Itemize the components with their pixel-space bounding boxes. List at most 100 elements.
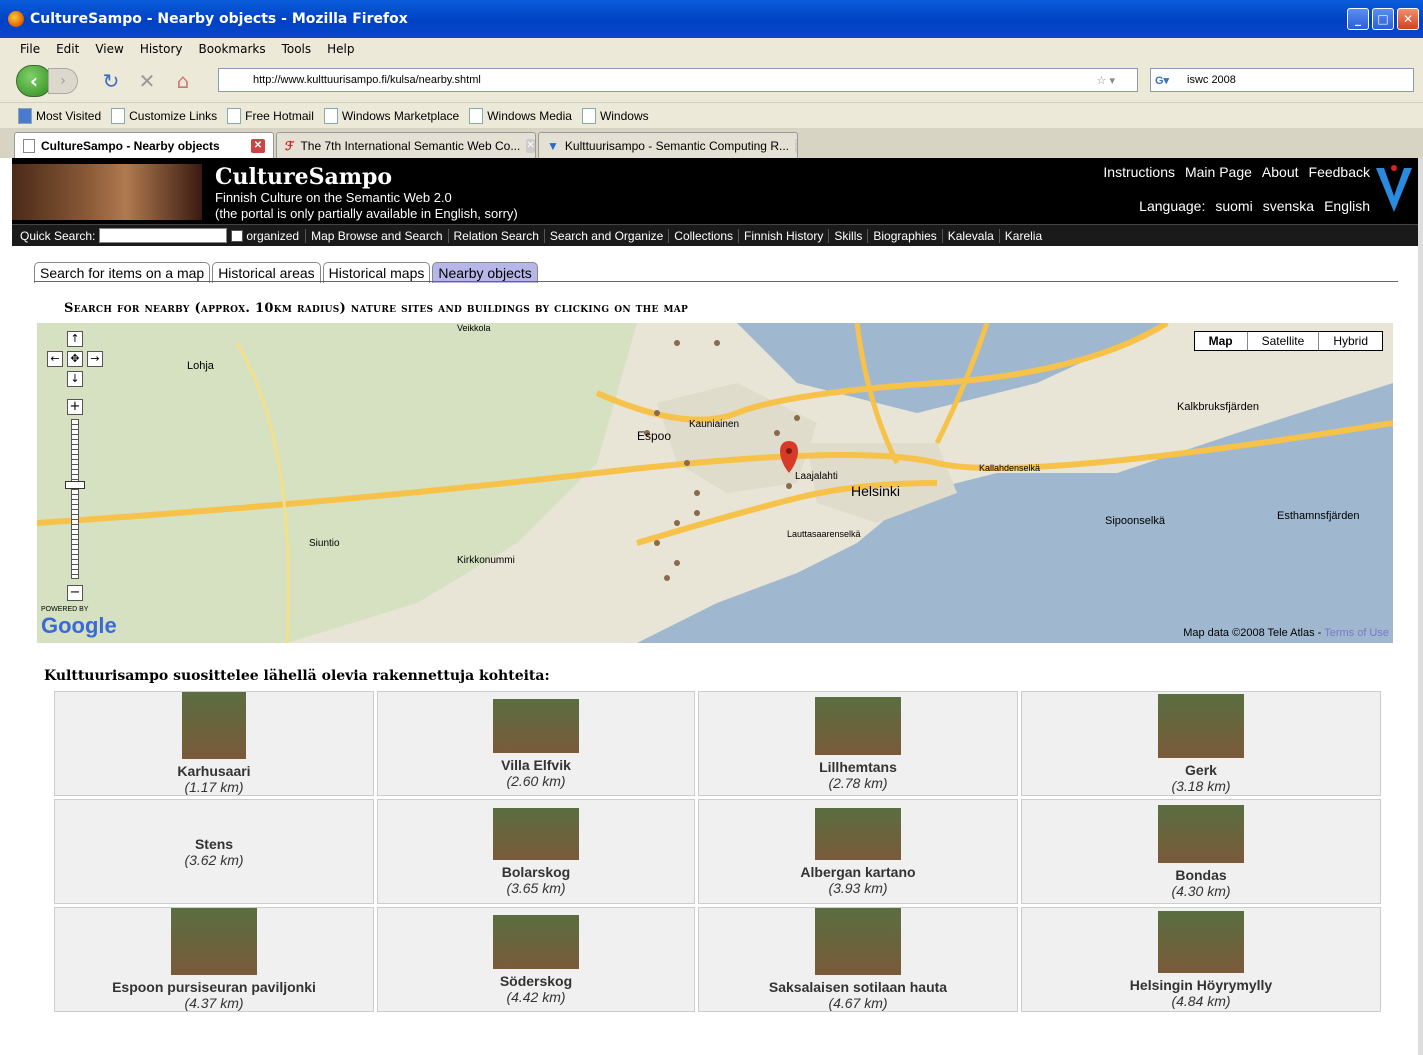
item-soderskog[interactable]: Söderskog (4.42 km) bbox=[377, 907, 695, 1012]
item-name[interactable]: Saksalaisen sotilaan hauta bbox=[769, 979, 947, 995]
item-bolarskog[interactable]: Bolarskog (3.65 km) bbox=[377, 799, 695, 904]
item-photo[interactable] bbox=[1158, 693, 1244, 758]
url-field[interactable]: http://www.kulttuurisampo.fi/kulsa/nearb… bbox=[218, 68, 1138, 92]
pan-left-icon[interactable]: ← bbox=[47, 351, 63, 367]
pan-center-icon[interactable]: ✥ bbox=[67, 351, 83, 367]
item-photo[interactable] bbox=[815, 908, 901, 975]
item-bondas[interactable]: Bondas (4.30 km) bbox=[1021, 799, 1381, 904]
site-brand[interactable]: CultureSampo bbox=[215, 164, 392, 190]
tab-close-icon[interactable]: ✕ bbox=[526, 138, 535, 153]
link-about[interactable]: About bbox=[1262, 164, 1299, 180]
item-photo[interactable] bbox=[493, 914, 579, 969]
lang-suomi[interactable]: suomi bbox=[1215, 198, 1252, 214]
nav-relation-search[interactable]: Relation Search bbox=[447, 228, 544, 243]
item-photo[interactable] bbox=[182, 692, 246, 759]
terms-link[interactable]: Terms of Use bbox=[1324, 627, 1389, 639]
item-name[interactable]: Karhusaari bbox=[177, 763, 250, 779]
vertical-scrollbar[interactable] bbox=[1418, 158, 1423, 1055]
nav-finnish-history[interactable]: Finnish History bbox=[738, 228, 828, 243]
zoom-in-icon[interactable]: + bbox=[67, 399, 83, 415]
item-photo[interactable] bbox=[815, 807, 901, 860]
item-name[interactable]: Söderskog bbox=[500, 973, 572, 989]
bookmark-windows[interactable]: Windows bbox=[581, 107, 649, 124]
google-map[interactable]: Lohja Espoo Kauniainen Helsinki Laajalah… bbox=[37, 323, 1393, 643]
item-name[interactable]: Bolarskog bbox=[502, 864, 570, 880]
map-type-hybrid[interactable]: Hybrid bbox=[1318, 332, 1382, 350]
tab-historical-areas[interactable]: Historical areas bbox=[212, 262, 321, 283]
google-logo[interactable]: POWERED BY Google bbox=[41, 606, 117, 639]
menu-tools[interactable]: Tools bbox=[282, 42, 312, 56]
search-field[interactable]: G▾ iswc 2008 bbox=[1150, 68, 1414, 92]
menu-bookmarks[interactable]: Bookmarks bbox=[199, 42, 266, 56]
nav-biographies[interactable]: Biographies bbox=[867, 228, 941, 243]
bookmark-free-hotmail[interactable]: Free Hotmail bbox=[227, 107, 314, 124]
item-lillhemtans[interactable]: Lillhemtans (2.78 km) bbox=[698, 691, 1018, 796]
nav-collections[interactable]: Collections bbox=[668, 228, 738, 243]
map-type-satellite[interactable]: Satellite bbox=[1246, 332, 1319, 350]
item-villa-elfvik[interactable]: Villa Elfvik (2.60 km) bbox=[377, 691, 695, 796]
menu-history[interactable]: History bbox=[140, 42, 183, 56]
tab-historical-maps[interactable]: Historical maps bbox=[322, 262, 431, 283]
bookmark-customize-links[interactable]: Customize Links bbox=[111, 107, 217, 124]
lang-svenska[interactable]: svenska bbox=[1263, 198, 1314, 214]
pan-down-icon[interactable]: ↓ bbox=[67, 371, 83, 387]
item-name[interactable]: Stens bbox=[195, 836, 233, 852]
bookmark-windows-marketplace[interactable]: Windows Marketplace bbox=[323, 107, 459, 124]
nav-kalevala[interactable]: Kalevala bbox=[941, 228, 999, 243]
lang-english[interactable]: English bbox=[1324, 198, 1370, 214]
tab-nearby-objects[interactable]: Nearby objects bbox=[432, 262, 538, 283]
zoom-slider-handle[interactable] bbox=[65, 481, 85, 489]
item-photo[interactable] bbox=[171, 908, 257, 975]
nav-search-organize[interactable]: Search and Organize bbox=[543, 228, 668, 243]
organized-checkbox[interactable] bbox=[231, 229, 244, 242]
link-main-page[interactable]: Main Page bbox=[1185, 164, 1252, 180]
pan-up-icon[interactable]: ↑ bbox=[67, 331, 83, 347]
zoom-slider[interactable] bbox=[71, 419, 79, 579]
item-photo[interactable] bbox=[815, 696, 901, 755]
item-photo[interactable] bbox=[493, 698, 579, 753]
quick-search-input[interactable] bbox=[99, 228, 228, 243]
zoom-out-icon[interactable]: − bbox=[67, 585, 83, 601]
menu-help[interactable]: Help bbox=[327, 42, 354, 56]
map-type-map[interactable]: Map bbox=[1195, 332, 1247, 350]
item-name[interactable]: Helsingin Höyrymylly bbox=[1130, 977, 1272, 993]
home-icon[interactable]: ⌂ bbox=[170, 69, 196, 93]
reload-icon[interactable]: ↻ bbox=[98, 69, 124, 93]
tab-kulttuurisampo[interactable]: ▼ Kulttuurisampo - Semantic Computing R..… bbox=[538, 132, 798, 158]
item-name[interactable]: Bondas bbox=[1175, 867, 1226, 883]
item-helsingin-hoyrymylly[interactable]: Helsingin Höyrymylly (4.84 km) bbox=[1021, 907, 1381, 1012]
nav-skills[interactable]: Skills bbox=[828, 228, 867, 243]
item-gerk[interactable]: Gerk (3.18 km) bbox=[1021, 691, 1381, 796]
menu-view[interactable]: View bbox=[95, 42, 123, 56]
tab-iswc[interactable]: ℱ The 7th International Semantic Web Co..… bbox=[276, 132, 536, 158]
bookmark-windows-media[interactable]: Windows Media bbox=[469, 107, 572, 124]
tab-close-icon[interactable]: ✕ bbox=[251, 138, 265, 153]
item-photo[interactable] bbox=[493, 807, 579, 860]
menu-edit[interactable]: Edit bbox=[56, 42, 79, 56]
maximize-button[interactable]: □ bbox=[1372, 8, 1394, 30]
item-name[interactable]: Albergan kartano bbox=[800, 864, 915, 880]
item-stens[interactable]: Stens (3.62 km) bbox=[54, 799, 374, 904]
item-name[interactable]: Lillhemtans bbox=[819, 759, 897, 775]
tab-culturesampo[interactable]: CultureSampo - Nearby objects ✕ bbox=[14, 132, 274, 158]
forward-button[interactable]: › bbox=[48, 68, 78, 94]
item-saksalaisen-sotilaan-hauta[interactable]: Saksalaisen sotilaan hauta (4.67 km) bbox=[698, 907, 1018, 1012]
item-karhusaari[interactable]: Karhusaari (1.17 km) bbox=[54, 691, 374, 796]
stop-icon[interactable]: ✕ bbox=[134, 69, 160, 93]
item-espoon-pursiseuran-paviljonki[interactable]: Espoon pursiseuran paviljonki (4.37 km) bbox=[54, 907, 374, 1012]
nav-karelia[interactable]: Karelia bbox=[998, 228, 1047, 243]
item-name[interactable]: Villa Elfvik bbox=[501, 757, 571, 773]
item-name[interactable]: Gerk bbox=[1185, 762, 1217, 778]
item-name[interactable]: Espoon pursiseuran paviljonki bbox=[112, 979, 316, 995]
item-albergan-kartano[interactable]: Albergan kartano (3.93 km) bbox=[698, 799, 1018, 904]
link-instructions[interactable]: Instructions bbox=[1103, 164, 1175, 180]
back-button[interactable]: ‹ bbox=[16, 65, 52, 97]
item-photo[interactable] bbox=[1158, 910, 1244, 973]
menu-file[interactable]: File bbox=[20, 42, 40, 56]
google-search-icon[interactable]: G▾ bbox=[1155, 74, 1169, 87]
close-button[interactable]: ✕ bbox=[1397, 8, 1419, 30]
minimize-button[interactable]: _ bbox=[1347, 8, 1369, 30]
tab-close-icon[interactable]: ✕ bbox=[794, 138, 797, 153]
nav-map-browse[interactable]: Map Browse and Search bbox=[305, 228, 447, 243]
link-feedback[interactable]: Feedback bbox=[1309, 164, 1370, 180]
